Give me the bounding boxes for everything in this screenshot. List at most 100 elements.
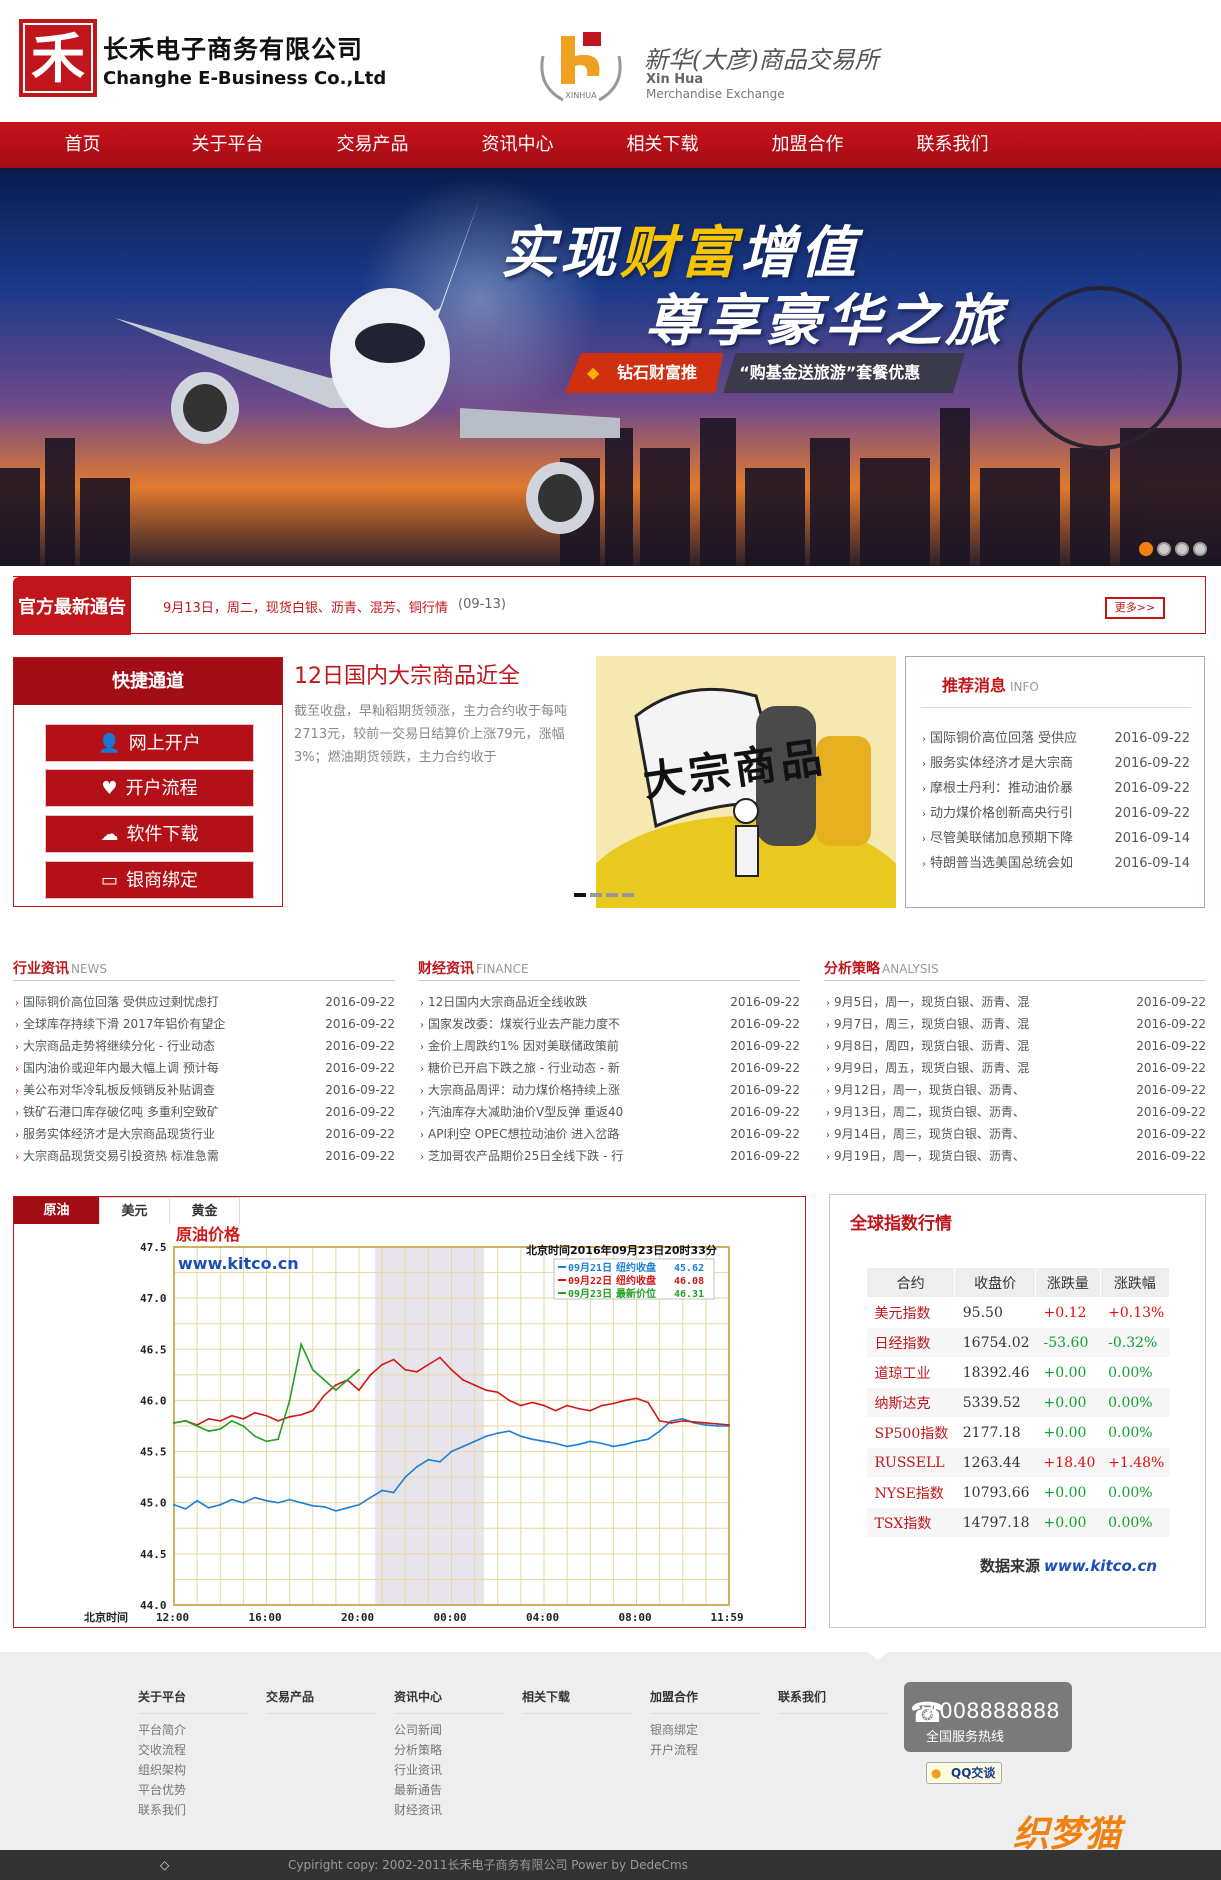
footer-column-title[interactable]: 资讯中心 <box>394 1688 504 1714</box>
tab-gold[interactable]: 黄金 <box>170 1197 240 1224</box>
news-list-item[interactable]: › 9月5日，周一，现货白银、沥青、混 2016-09-22 <box>826 991 1206 1013</box>
feature-news-image[interactable]: 大宗商品 <box>596 656 896 908</box>
news-item-title[interactable]: 9月19日，周一，现货白银、沥青、 <box>834 1149 1025 1163</box>
news-item-title[interactable]: 大宗商品现货交易引投资热 标准急需 <box>23 1149 219 1163</box>
recommend-item-title[interactable]: 动力煤价格创新高央行引 <box>930 806 1073 821</box>
bank-binding-button[interactable]: ▭ 银商绑定 <box>45 861 254 899</box>
news-item-title[interactable]: 国家发改委：煤炭行业去产能力度不 <box>428 1017 620 1031</box>
footer-column-title[interactable]: 关于平台 <box>138 1688 248 1714</box>
index-name[interactable]: TSX指数 <box>866 1507 955 1538</box>
recommend-item[interactable]: › 特朗普当选美国总统会如 2016-09-14 <box>922 852 1190 876</box>
news-item-title[interactable]: 大宗商品周评：动力煤价格持续上涨 <box>428 1083 620 1097</box>
news-item-title[interactable]: 美公布对华冷轧板反倾销反补贴调查 <box>23 1083 215 1097</box>
recommend-item-title[interactable]: 摩根士丹利：推动油价暴 <box>930 781 1073 796</box>
footer-link[interactable]: 开户流程 <box>650 1740 760 1760</box>
footer-column-title[interactable]: 相关下载 <box>522 1688 632 1714</box>
news-list-item[interactable]: › 9月8日，周四，现货白银、沥青、混 2016-09-22 <box>826 1035 1206 1057</box>
column-title-0[interactable]: 行业资讯 NEWS <box>13 958 107 978</box>
feature-dot-3[interactable] <box>606 893 618 897</box>
banner-dot-2[interactable] <box>1157 542 1171 556</box>
news-list-item[interactable]: › 芝加哥农产品期价25日全线下跌 - 行 2016-09-22 <box>420 1145 800 1167</box>
footer-link[interactable]: 分析策略 <box>394 1740 504 1760</box>
recommend-item-title[interactable]: 尽管美联储加息预期下降 <box>930 831 1073 846</box>
news-item-title[interactable]: 芝加哥农产品期价25日全线下跌 - 行 <box>428 1149 623 1163</box>
footer-column-title[interactable]: 加盟合作 <box>650 1688 760 1714</box>
feature-dot-1[interactable] <box>574 893 586 897</box>
company-logo[interactable]: 禾 <box>19 19 97 97</box>
footer-link[interactable]: 银商绑定 <box>650 1720 760 1740</box>
news-list-item[interactable]: › 9月13日，周二，现货白银、沥青、 2016-09-22 <box>826 1101 1206 1123</box>
news-item-title[interactable]: 9月14日，周三，现货白银、沥青、 <box>834 1127 1025 1141</box>
news-item-title[interactable]: 全球库存持续下滑 2017年铝价有望企 <box>23 1017 225 1031</box>
news-list-item[interactable]: › 12日国内大宗商品近全线收跌 2016-09-22 <box>420 991 800 1013</box>
footer-link[interactable]: 组织架构 <box>138 1760 248 1780</box>
footer-link[interactable]: 联系我们 <box>138 1800 248 1820</box>
news-list-item[interactable]: › API利空 OPEC想拉动油价 进入岔路 2016-09-22 <box>420 1123 800 1145</box>
news-item-title[interactable]: 国内油价或迎年内最大幅上调 预计每 <box>23 1061 219 1075</box>
recommend-item-title[interactable]: 服务实体经济才是大宗商 <box>930 756 1073 771</box>
news-list-item[interactable]: › 国内油价或迎年内最大幅上调 预计每 2016-09-22 <box>15 1057 395 1079</box>
notice-more-button[interactable]: 更多>> <box>1105 597 1165 619</box>
feature-news-title[interactable]: 12日国内大宗商品近全 <box>294 658 520 690</box>
news-list-item[interactable]: › 糖价已开启下跌之旅 - 行业动态 - 新 2016-09-22 <box>420 1057 800 1079</box>
feature-dot-4[interactable] <box>622 893 634 897</box>
index-name[interactable]: 美元指数 <box>866 1297 955 1328</box>
news-list-item[interactable]: › 9月7日，周三，现货白银、沥青、混 2016-09-22 <box>826 1013 1206 1035</box>
notice-link[interactable]: 9月13日，周二，现货白银、沥青、混芳、铜行情 <box>163 597 448 616</box>
news-item-title[interactable]: 9月9日，周五，现货白银、沥青、混 <box>834 1061 1029 1075</box>
news-list-item[interactable]: › 服务实体经济才是大宗商品现货行业 2016-09-22 <box>15 1123 395 1145</box>
nav-item-about[interactable]: 关于平台 <box>155 122 300 168</box>
recommend-item-title[interactable]: 特朗普当选美国总统会如 <box>930 856 1073 871</box>
index-name[interactable]: SP500指数 <box>866 1417 955 1448</box>
news-list-item[interactable]: › 国际铜价高位回落 受供应过剩忧虑打 2016-09-22 <box>15 991 395 1013</box>
news-list-item[interactable]: › 大宗商品走势将继续分化 - 行业动态 2016-09-22 <box>15 1035 395 1057</box>
footer-link[interactable]: 交收流程 <box>138 1740 248 1760</box>
hero-banner[interactable]: 实现财富增值 尊享豪华之旅 ◆ 钻石财富推出 “购基金送旅游”套餐优惠活动 <box>0 168 1221 566</box>
tab-usd[interactable]: 美元 <box>100 1197 170 1224</box>
nav-item-home[interactable]: 首页 <box>10 122 155 168</box>
footer-column-title[interactable]: 交易产品 <box>266 1688 376 1714</box>
recommend-item[interactable]: › 服务实体经济才是大宗商 2016-09-22 <box>922 752 1190 776</box>
news-list-item[interactable]: › 大宗商品周评：动力煤价格持续上涨 2016-09-22 <box>420 1079 800 1101</box>
news-list-item[interactable]: › 美公布对华冷轧板反倾销反补贴调查 2016-09-22 <box>15 1079 395 1101</box>
account-process-button[interactable]: ♥ 开户流程 <box>45 769 254 807</box>
feature-dot-2[interactable] <box>590 893 602 897</box>
news-list-item[interactable]: › 国家发改委：煤炭行业去产能力度不 2016-09-22 <box>420 1013 800 1035</box>
hotline-box[interactable]: ☎ 4008888888 全国服务热线 <box>904 1682 1072 1752</box>
footer-link[interactable]: 最新通告 <box>394 1780 504 1800</box>
news-list-item[interactable]: › 金价上周跌约1% 因对美联储政策前 2016-09-22 <box>420 1035 800 1057</box>
news-list-item[interactable]: › 大宗商品现货交易引投资热 标准急需 2016-09-22 <box>15 1145 395 1167</box>
footer-link[interactable]: 行业资讯 <box>394 1760 504 1780</box>
news-item-title[interactable]: 铁矿石港口库存破亿吨 多重利空致矿 <box>23 1105 219 1119</box>
footer-link[interactable]: 平台优势 <box>138 1780 248 1800</box>
news-item-title[interactable]: 大宗商品走势将继续分化 - 行业动态 <box>23 1039 215 1053</box>
news-item-title[interactable]: 9月8日，周四，现货白银、沥青、混 <box>834 1039 1029 1053</box>
index-name[interactable]: RUSSELL <box>866 1447 955 1478</box>
recommend-item[interactable]: › 摩根士丹利：推动油价暴 2016-09-22 <box>922 777 1190 801</box>
banner-dot-4[interactable] <box>1193 542 1207 556</box>
nav-item-contact[interactable]: 联系我们 <box>880 122 1025 168</box>
software-download-button[interactable]: ☁ 软件下载 <box>45 815 254 853</box>
banner-dot-3[interactable] <box>1175 542 1189 556</box>
footer-link[interactable]: 平台简介 <box>138 1720 248 1740</box>
news-item-title[interactable]: 汽油库存大减助油价V型反弹 重返40 <box>428 1105 623 1119</box>
recommend-item[interactable]: › 尽管美联储加息预期下降 2016-09-14 <box>922 827 1190 851</box>
nav-item-news[interactable]: 资讯中心 <box>445 122 590 168</box>
news-item-title[interactable]: 金价上周跌约1% 因对美联储政策前 <box>428 1039 619 1053</box>
tab-crude-oil[interactable]: 原油 <box>14 1197 100 1224</box>
index-name[interactable]: 日经指数 <box>866 1327 955 1358</box>
column-title-2[interactable]: 分析策略 ANALYSIS <box>824 958 939 978</box>
index-source-link[interactable]: www.kitco.cn <box>1044 1557 1157 1575</box>
news-item-title[interactable]: 糖价已开启下跌之旅 - 行业动态 - 新 <box>428 1061 620 1075</box>
news-list-item[interactable]: › 9月14日，周三，现货白银、沥青、 2016-09-22 <box>826 1123 1206 1145</box>
footer-link[interactable]: 公司新闻 <box>394 1720 504 1740</box>
banner-dot-1[interactable] <box>1139 542 1153 556</box>
news-item-title[interactable]: 9月13日，周二，现货白银、沥青、 <box>834 1105 1025 1119</box>
news-list-item[interactable]: › 汽油库存大减助油价V型反弹 重返40 2016-09-22 <box>420 1101 800 1123</box>
index-name[interactable]: 道琼工业 <box>866 1357 955 1388</box>
footer-link[interactable]: 财经资讯 <box>394 1800 504 1820</box>
open-account-button[interactable]: 👤 网上开户 <box>45 724 254 762</box>
news-list-item[interactable]: › 9月19日，周一，现货白银、沥青、 2016-09-22 <box>826 1145 1206 1167</box>
footer-column-title[interactable]: 联系我们 <box>778 1688 888 1714</box>
nav-item-download[interactable]: 相关下载 <box>590 122 735 168</box>
